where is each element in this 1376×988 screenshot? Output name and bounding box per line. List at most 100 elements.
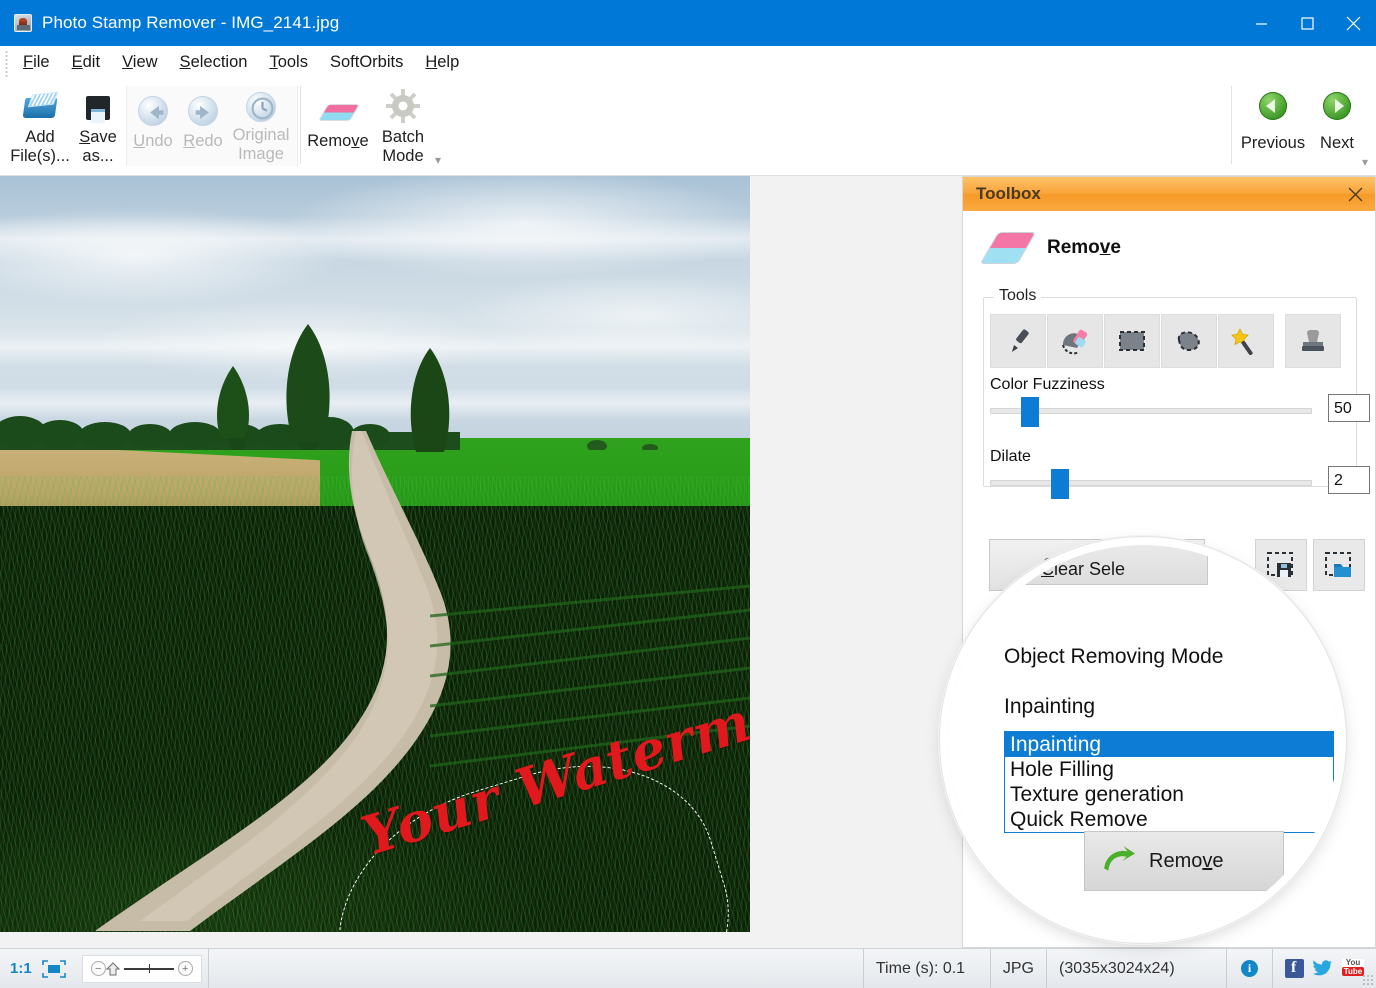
magnifier-lens: Clear Sele Object Removing Mode Inpainti… xyxy=(948,545,1338,935)
magnified-remove-button[interactable]: Remove xyxy=(1084,831,1284,891)
image-canvas[interactable]: Your Watermark xyxy=(0,176,960,948)
color-fuzziness-thumb[interactable] xyxy=(1021,397,1039,427)
twitter-icon[interactable] xyxy=(1313,960,1333,977)
status-bar: 1:1 − + Time (s): 0.1 JPG xyxy=(0,948,1376,988)
add-files-label-line1: Add xyxy=(25,128,54,146)
save-as-label-line1: Save xyxy=(79,128,117,146)
marker-icon xyxy=(1003,326,1033,356)
youtube-line1: You xyxy=(1342,959,1364,967)
dilate-label: Dilate xyxy=(990,448,1031,466)
batch-mode-label-line1: Batch xyxy=(382,128,424,146)
redo-button[interactable]: Redo xyxy=(178,84,228,150)
stamp-tool-button[interactable] xyxy=(1285,314,1341,368)
window-resize-grip[interactable] xyxy=(1362,974,1374,986)
add-files-button[interactable]: Add File(s)... xyxy=(8,84,72,166)
remove-tool-button[interactable]: Remove xyxy=(304,84,372,150)
remove-green-arrow-icon xyxy=(1099,845,1137,877)
magnified-option-quick-remove[interactable]: Quick Remove xyxy=(1005,807,1333,832)
original-image-label-line2: Image xyxy=(238,145,284,163)
menu-item-edit[interactable]: Edit xyxy=(61,50,111,75)
previous-image-button[interactable]: Previous xyxy=(1240,84,1306,152)
zoom-slider[interactable]: − + xyxy=(82,955,202,983)
magnified-option-inpainting[interactable]: Inpainting xyxy=(1005,732,1333,757)
photo-image[interactable]: Your Watermark xyxy=(0,176,750,932)
undo-icon xyxy=(135,94,171,124)
ribbon-overflow-arrow[interactable]: ▾ xyxy=(435,153,441,167)
original-image-label-line1: Original xyxy=(233,126,290,144)
magnified-mode-label: Object Removing Mode xyxy=(1004,645,1223,669)
color-fuzziness-slider[interactable] xyxy=(990,408,1312,414)
original-image-button[interactable]: Original Image xyxy=(228,84,294,164)
info-icon[interactable]: i xyxy=(1241,960,1258,977)
marker-tool-button[interactable] xyxy=(990,314,1046,368)
close-button[interactable] xyxy=(1330,0,1376,46)
color-fuzziness-value[interactable]: 50 xyxy=(1328,394,1370,422)
save-as-button[interactable]: Save as... xyxy=(72,84,124,166)
toolbox-header: Toolbox xyxy=(963,177,1375,211)
stamp-icon xyxy=(1299,326,1327,356)
menu-item-tools[interactable]: Tools xyxy=(258,50,319,75)
redo-label: Redo xyxy=(183,132,222,150)
magnified-option-texture-generation[interactable]: Texture generation xyxy=(1005,782,1333,807)
maximize-button[interactable] xyxy=(1284,0,1330,46)
menu-item-selection[interactable]: Selection xyxy=(169,50,259,75)
undo-label: Undo xyxy=(133,132,172,150)
ribbon-expand-arrow[interactable]: ▾ xyxy=(1362,155,1368,169)
zoom-home-handle[interactable] xyxy=(106,962,120,976)
toolbox-section-header: Remove xyxy=(985,229,1375,267)
app-icon xyxy=(14,14,32,32)
zoom-ratio-button[interactable]: 1:1 xyxy=(10,960,32,977)
color-fuzziness-label: Color Fuzziness xyxy=(990,376,1105,394)
toolbox-title: Toolbox xyxy=(976,184,1041,204)
dilate-slider[interactable] xyxy=(990,480,1312,486)
rectangle-select-tool-button[interactable] xyxy=(1104,314,1160,368)
window-controls xyxy=(1238,0,1376,46)
lasso-icon xyxy=(1173,328,1205,354)
original-image-icon xyxy=(243,90,279,122)
poplar-tree-left xyxy=(273,324,343,446)
gear-icon xyxy=(385,90,421,124)
menu-item-help[interactable]: Help xyxy=(414,50,470,75)
fit-to-window-icon xyxy=(42,960,66,978)
magnified-clear-selection-button[interactable]: Clear Sele xyxy=(958,545,1208,585)
magnified-option-hole-filling[interactable]: Hole Filling xyxy=(1005,757,1333,782)
remove-tool-label: Remove xyxy=(307,132,368,150)
magnified-mode-dropdown[interactable]: Inpainting Hole Filling Texture generati… xyxy=(1004,731,1334,833)
undo-button[interactable]: Undo xyxy=(128,84,178,150)
youtube-icon[interactable]: You Tube xyxy=(1342,959,1364,978)
dilate-thumb[interactable] xyxy=(1051,469,1069,499)
toolbox-close-button[interactable] xyxy=(1345,184,1365,204)
menu-item-view[interactable]: View xyxy=(111,50,168,75)
facebook-icon[interactable] xyxy=(1285,959,1304,978)
fit-to-window-button[interactable] xyxy=(42,960,66,978)
tools-legend: Tools xyxy=(994,287,1041,305)
conifer-tree xyxy=(205,366,261,440)
zoom-out-button[interactable]: − xyxy=(91,961,106,976)
menu-item-softorbits[interactable]: SoftOrbits xyxy=(319,50,414,75)
zoom-in-button[interactable]: + xyxy=(178,961,193,976)
toolbox-section-title: Remove xyxy=(1047,237,1121,259)
window-title: Photo Stamp Remover - IMG_2141.jpg xyxy=(42,13,339,33)
poplar-tree-right xyxy=(400,348,460,454)
next-image-button[interactable]: Next xyxy=(1306,84,1368,152)
eraser-tool-button[interactable] xyxy=(1047,314,1103,368)
main-toolbar: Add File(s)... Save as... Undo xyxy=(0,79,1376,176)
status-format: JPG xyxy=(991,949,1047,988)
batch-mode-button[interactable]: Batch Mode xyxy=(372,84,434,166)
magnified-remove-label: Remove xyxy=(1149,850,1223,873)
status-dimensions: (3035x3024x24) xyxy=(1047,949,1227,988)
rectangle-select-icon xyxy=(1117,328,1147,354)
add-files-label-line2: File(s)... xyxy=(10,147,70,165)
eraser-icon xyxy=(320,94,356,124)
menu-item-file[interactable]: FFileile xyxy=(12,50,61,75)
social-links: You Tube xyxy=(1273,959,1376,978)
magic-wand-tool-button[interactable] xyxy=(1218,314,1274,368)
save-as-label-line2: as... xyxy=(82,147,113,165)
lasso-select-tool-button[interactable] xyxy=(1161,314,1217,368)
dilate-value[interactable]: 2 xyxy=(1328,466,1370,494)
magnified-mode-combo[interactable]: Inpainting xyxy=(1004,695,1334,727)
eraser-icon xyxy=(1059,326,1091,356)
application-window: Photo Stamp Remover - IMG_2141.jpg FFile… xyxy=(0,0,1376,988)
minimize-button[interactable] xyxy=(1238,0,1284,46)
status-time: Time (s): 0.1 xyxy=(863,949,991,988)
